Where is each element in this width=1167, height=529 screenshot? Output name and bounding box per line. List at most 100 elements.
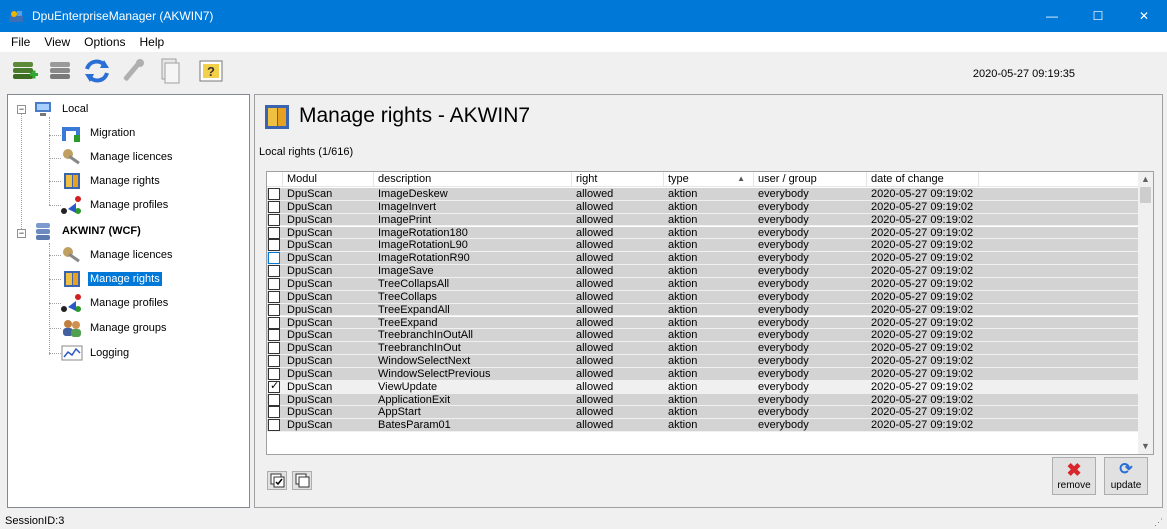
help-icon[interactable]: ? xyxy=(196,56,226,86)
row-checkbox[interactable] xyxy=(268,355,280,368)
table-row[interactable]: DpuScan ImageRotationL90 allowed aktion ever… xyxy=(267,239,1139,253)
table-row[interactable]: DpuScan ImageRotation180 allowed aktion ever… xyxy=(267,226,1139,240)
cell-type: aktion xyxy=(668,277,698,290)
header-date-of-change[interactable]: date of change xyxy=(867,172,979,187)
session-id: SessionID:3 xyxy=(5,515,65,527)
table-row[interactable]: DpuScan TreeCollapsAll allowed aktion everyb… xyxy=(267,277,1139,291)
table-row[interactable]: DpuScan ImagePrint allowed aktion everybody 2… xyxy=(267,213,1139,227)
close-button[interactable]: ✕ xyxy=(1121,0,1167,32)
row-checkbox[interactable] xyxy=(268,290,280,303)
table-row[interactable]: DpuScan ApplicationExit allowed aktion every… xyxy=(267,393,1139,407)
menu-view[interactable]: View xyxy=(37,35,77,49)
scroll-up-icon[interactable]: ▲ xyxy=(1138,172,1153,187)
vertical-scrollbar[interactable]: ▲ ▼ xyxy=(1138,172,1153,454)
remove-button[interactable]: ✖ remove xyxy=(1052,457,1096,495)
row-checkbox[interactable] xyxy=(268,316,280,329)
select-all-icon xyxy=(270,473,285,488)
row-checkbox[interactable]: ✓ xyxy=(268,380,280,393)
wrench-icon[interactable] xyxy=(118,56,148,86)
cell-user-group: everybody xyxy=(758,252,809,265)
cell-type: aktion xyxy=(668,406,698,419)
cell-description: ImageInvert xyxy=(378,200,437,213)
row-checkbox[interactable] xyxy=(268,252,280,265)
tree-item-server-licences[interactable]: Manage licences xyxy=(60,245,175,265)
table-row[interactable]: DpuScan ImageSave allowed aktion everybody 20… xyxy=(267,265,1139,278)
tree-item-server-groups[interactable]: Manage groups xyxy=(60,318,168,338)
table-row[interactable]: DpuScan TreebranchInOut allowed aktion every… xyxy=(267,342,1139,355)
tree-item-server-profiles[interactable]: Manage profiles xyxy=(60,293,170,313)
table-row[interactable]: DpuScan BatesParam01 allowed aktion everybod… xyxy=(267,419,1139,433)
header-modul[interactable]: Modul xyxy=(283,172,374,187)
row-checkbox[interactable] xyxy=(268,265,280,278)
tree-item-local-profiles[interactable]: Manage profiles xyxy=(60,195,170,215)
table-row[interactable]: DpuScan TreebranchInOutAll allowed aktion ev… xyxy=(267,329,1139,343)
row-checkbox[interactable] xyxy=(268,342,280,355)
header-right[interactable]: right xyxy=(572,172,664,187)
row-checkbox[interactable] xyxy=(268,200,280,213)
tree-item-migration[interactable]: Migration xyxy=(60,123,137,143)
table-row[interactable]: DpuScan WindowSelectNext allowed aktion ever… xyxy=(267,355,1139,368)
row-checkbox[interactable] xyxy=(268,226,280,239)
tree-item-local-rights[interactable]: Manage rights xyxy=(60,171,162,191)
table-row[interactable]: DpuScan TreeExpand allowed aktion everybody 2… xyxy=(267,316,1139,330)
cell-type: aktion xyxy=(668,316,698,329)
minimize-button[interactable]: — xyxy=(1029,0,1075,32)
row-checkbox[interactable] xyxy=(268,188,280,200)
row-checkbox[interactable] xyxy=(268,239,280,252)
tree-item-local-licences[interactable]: Manage licences xyxy=(60,147,175,167)
tree-node-server[interactable]: AKWIN7 (WCF) xyxy=(32,221,143,241)
refresh-icon[interactable] xyxy=(82,56,112,86)
menu-file[interactable]: File xyxy=(4,35,37,49)
tree-item-server-logging[interactable]: Logging xyxy=(60,343,131,363)
table-row[interactable]: ✓ DpuScan ViewUpdate allowed aktion everybody… xyxy=(267,380,1139,394)
tree-item-server-rights[interactable]: Manage rights xyxy=(60,269,162,289)
table-row[interactable]: DpuScan TreeCollaps allowed aktion everybody… xyxy=(267,290,1139,304)
cell-right: allowed xyxy=(576,290,614,303)
navigation-tree: − Local Migration Manage licences Manage… xyxy=(7,94,250,508)
cell-date-of-change: 2020-05-27 09:19:02 xyxy=(871,393,974,406)
select-all-button[interactable] xyxy=(267,471,287,490)
app-icon xyxy=(8,8,24,24)
row-checkbox[interactable] xyxy=(268,367,280,380)
cell-user-group: everybody xyxy=(758,290,809,303)
scroll-down-icon[interactable]: ▼ xyxy=(1138,439,1153,454)
header-user-group[interactable]: user / group xyxy=(754,172,867,187)
table-row[interactable]: DpuScan ImageRotationR90 allowed aktion ever… xyxy=(267,252,1139,266)
cell-user-group: everybody xyxy=(758,226,809,239)
database-icon[interactable] xyxy=(46,56,76,86)
row-checkbox[interactable] xyxy=(268,213,280,226)
tree-node-local[interactable]: Local xyxy=(32,99,90,119)
header-type[interactable]: type ▲ xyxy=(664,172,754,187)
collapse-server-icon[interactable]: − xyxy=(17,229,26,238)
row-checkbox[interactable] xyxy=(268,406,280,419)
cell-user-group: everybody xyxy=(758,200,809,213)
database-add-icon[interactable] xyxy=(10,56,40,86)
row-checkbox[interactable] xyxy=(268,393,280,406)
table-row[interactable]: DpuScan WindowSelectPrevious allowed aktion… xyxy=(267,367,1139,381)
menu-help[interactable]: Help xyxy=(133,35,172,49)
row-checkbox[interactable] xyxy=(268,303,280,316)
maximize-button[interactable]: ☐ xyxy=(1075,0,1121,32)
menu-options[interactable]: Options xyxy=(77,35,132,49)
cell-description: ImageSave xyxy=(378,265,434,278)
document-icon[interactable] xyxy=(154,56,184,86)
row-checkbox[interactable] xyxy=(268,277,280,290)
table-row[interactable]: DpuScan TreeExpandAll allowed aktion everybo… xyxy=(267,303,1139,317)
cell-date-of-change: 2020-05-27 09:19:02 xyxy=(871,406,974,419)
row-checkbox[interactable] xyxy=(268,419,280,432)
table-row[interactable]: DpuScan ImageInvert allowed aktion everybody… xyxy=(267,200,1139,214)
table-row[interactable]: DpuScan ImageDeskew allowed aktion everybody… xyxy=(267,188,1139,201)
resize-grip-icon[interactable]: ⋰ xyxy=(1154,517,1163,528)
header-description[interactable]: description xyxy=(374,172,572,187)
cell-right: allowed xyxy=(576,406,614,419)
collapse-local-icon[interactable]: − xyxy=(17,105,26,114)
deselect-all-button[interactable] xyxy=(292,471,312,490)
table-row[interactable]: DpuScan AppStart allowed aktion everybody 202… xyxy=(267,406,1139,420)
update-refresh-icon: ⟳ xyxy=(1119,461,1133,478)
toolbar: ? 2020-05-27 09:19:35 xyxy=(0,52,1167,92)
cell-right: allowed xyxy=(576,316,614,329)
row-checkbox[interactable] xyxy=(268,329,280,342)
scroll-thumb[interactable] xyxy=(1140,187,1151,203)
header-filler xyxy=(979,172,1139,187)
update-button[interactable]: ⟳ update xyxy=(1104,457,1148,495)
